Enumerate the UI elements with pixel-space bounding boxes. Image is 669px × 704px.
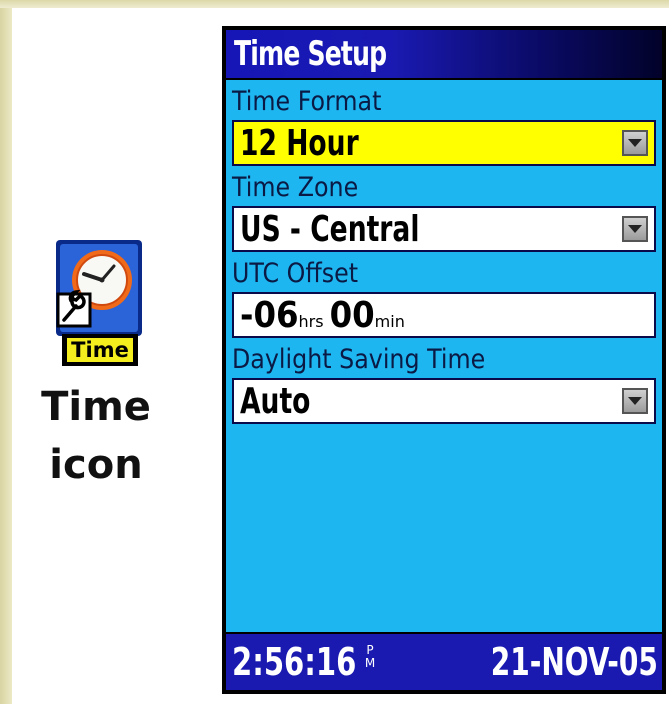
daylight-saving-dropdown[interactable]: Auto — [232, 378, 656, 424]
page-frame-left — [0, 0, 12, 704]
title-bar: Time Setup — [226, 30, 662, 78]
clock-wrench-icon — [56, 240, 142, 336]
daylight-saving-label: Daylight Saving Time — [232, 344, 486, 375]
status-bar: 2:56:16 P M 21-NOV-05 — [226, 634, 662, 690]
settings-panel: Time Format 12 Hour Time Zone US - Centr… — [226, 80, 662, 632]
device-screen: Time Setup Time Format 12 Hour Time Zone… — [222, 26, 666, 694]
status-time: 2:56:16 — [232, 640, 357, 684]
status-ampm: P M — [364, 644, 376, 670]
icon-caption: Time icon — [26, 378, 166, 494]
utc-minutes[interactable]: 00 — [330, 295, 375, 336]
caption-line-1: Time — [41, 384, 151, 430]
utc-minutes-unit: min — [374, 312, 405, 331]
time-format-value: 12 Hour — [240, 123, 359, 164]
ampm-bottom: M — [364, 656, 376, 670]
status-date: 21-NOV-05 — [490, 640, 658, 684]
daylight-saving-value: Auto — [240, 381, 311, 422]
time-format-label: Time Format — [232, 86, 382, 117]
utc-offset-value: -06hrs 00min — [240, 296, 411, 342]
time-icon-label-box: Time — [62, 334, 138, 366]
utc-offset-field[interactable]: -06hrs 00min — [232, 292, 656, 338]
time-zone-label: Time Zone — [232, 172, 359, 203]
time-icon-label: Time — [67, 338, 133, 362]
utc-hours[interactable]: -06 — [240, 295, 299, 336]
time-format-dropdown[interactable]: 12 Hour — [232, 120, 656, 166]
time-zone-dropdown[interactable]: US - Central — [232, 206, 656, 252]
chevron-down-icon[interactable] — [622, 130, 648, 156]
caption-line-2: icon — [49, 442, 143, 488]
chevron-down-icon[interactable] — [622, 388, 648, 414]
utc-hours-unit: hrs — [298, 312, 324, 331]
page-title: Time Setup — [234, 34, 387, 74]
utc-offset-label: UTC Offset — [232, 258, 359, 289]
chevron-down-icon[interactable] — [622, 216, 648, 242]
page-frame-top — [0, 0, 669, 8]
time-zone-value: US - Central — [240, 209, 420, 250]
